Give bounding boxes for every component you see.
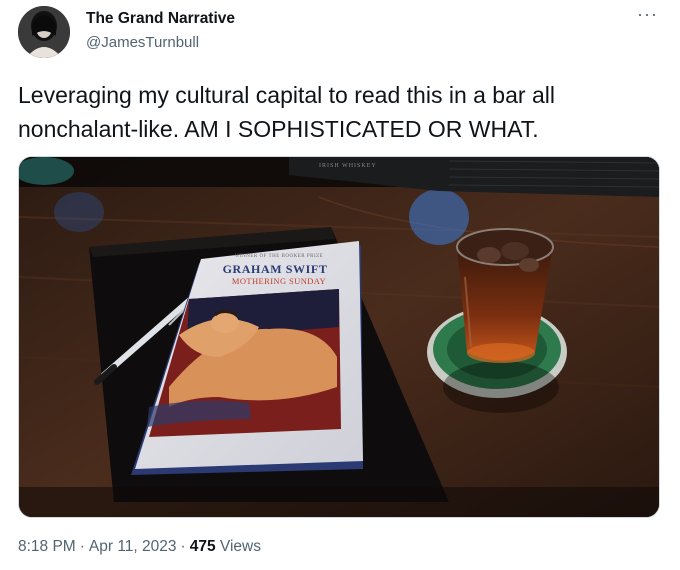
mat-text: IRISH WHISKEY [319,163,377,169]
meta-separator: · [79,538,85,555]
book-prize-text: WINNER OF THE BOOKER PRIZE [235,254,323,259]
views-label: Views [219,538,261,555]
meta-separator: · [180,538,186,555]
views-count: 475 [189,538,216,555]
tweet-meta: 8:18 PM · Apr 11, 2023 · 475 Views [18,538,261,556]
author-display-name[interactable]: The Grand Narrative [86,10,235,28]
tweet-photo[interactable]: IRISH WHISKEY WINNER OF THE BOOKER PRIZE… [18,156,660,518]
book-title-text: MOTHERING SUNDAY [232,276,326,286]
avatar[interactable] [18,6,70,58]
more-horizontal-icon[interactable]: ··· [637,4,658,25]
book-author-text: GRAHAM SWIFT [223,262,328,276]
tweet-text: Leveraging my cultural capital to read t… [18,82,555,142]
tweet-card: The Grand Narrative @JamesTurnbull ··· L… [0,0,680,570]
tweet-time[interactable]: 8:18 PM [18,538,76,555]
author-handle[interactable]: @JamesTurnbull [86,34,199,51]
tweet-date[interactable]: Apr 11, 2023 [89,538,177,555]
